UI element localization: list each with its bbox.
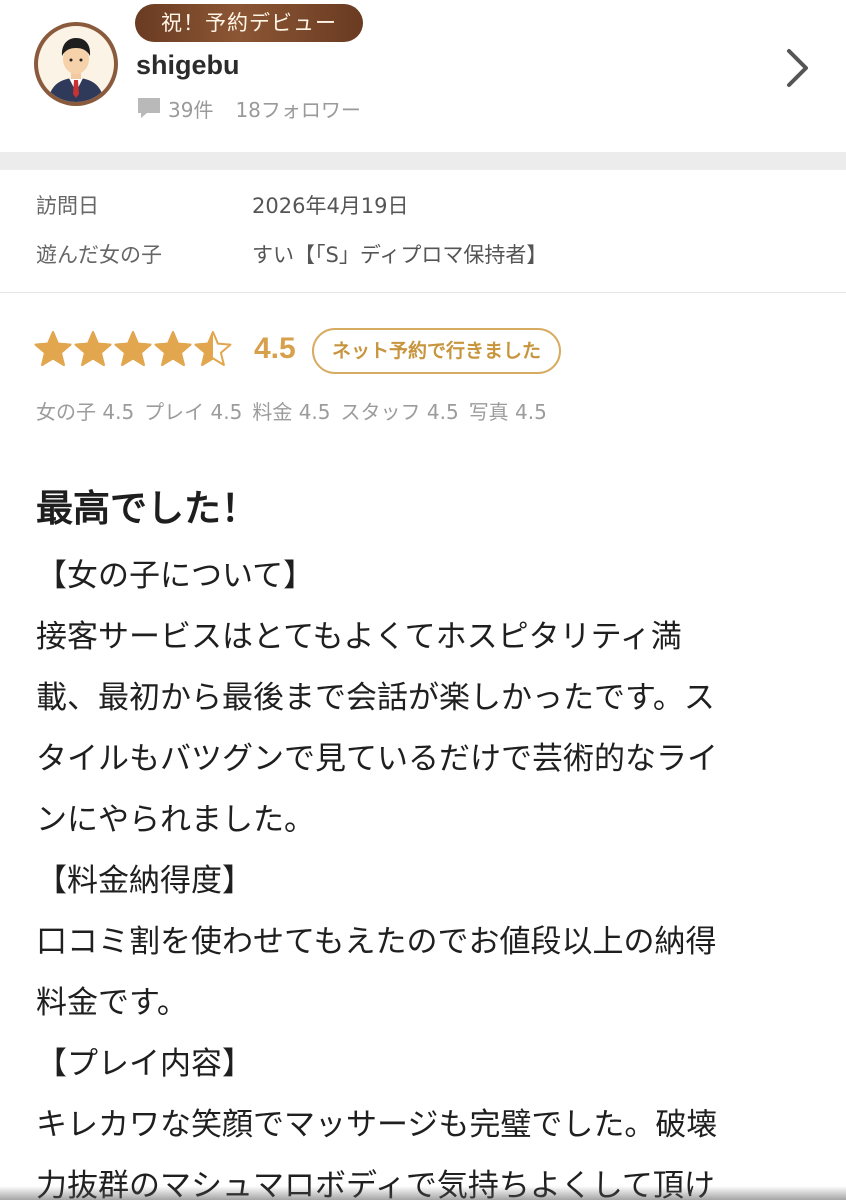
man-in-suit-avatar-icon	[48, 38, 104, 102]
visit-date-label: 訪問日	[36, 194, 99, 218]
overall-score: 4.5	[254, 332, 296, 365]
review-title: 最高でした！	[36, 487, 258, 530]
follower-count: 18フォロワー	[235, 97, 361, 122]
star-icon	[34, 331, 72, 366]
review-count: 39件	[168, 97, 214, 122]
net-reservation-tag: ネット予約で行きました	[312, 328, 562, 374]
girl-label: 遊んだ女の子	[36, 243, 162, 267]
chevron-right-icon[interactable]	[780, 46, 814, 90]
subscore-item: プレイ 4.5	[144, 400, 243, 424]
visit-date-value: 2026年4月19日	[252, 194, 409, 218]
star-icon	[194, 331, 232, 366]
girl-value[interactable]: すい【「S」ディプロマ保持者】	[252, 239, 547, 269]
star-icon	[154, 331, 192, 366]
debut-badge: 祝！予約デビュー	[135, 4, 363, 42]
star-icon	[74, 331, 112, 366]
subscore-item: 写真 4.5	[468, 400, 547, 424]
subscores: 女の子 4.5 プレイ 4.5 料金 4.5 スタッフ 4.5 写真 4.5	[36, 396, 557, 425]
subscore-item: 料金 4.5	[252, 400, 331, 424]
info-divider	[0, 292, 846, 293]
subscore-item: スタッフ 4.5	[340, 400, 459, 424]
girl-row: 遊んだ女の子 すい【「S」ディプロマ保持者】	[36, 237, 547, 271]
star-icon	[114, 331, 152, 366]
scroll-fade	[0, 1186, 846, 1200]
comment-icon	[138, 98, 160, 118]
avatar[interactable]	[34, 22, 118, 106]
reviewer-header[interactable]: 祝！予約デビュー shigebu 39件 18フォロワー	[0, 0, 846, 152]
reviewer-stats: 39件 18フォロワー	[136, 92, 361, 124]
username[interactable]: shigebu	[136, 50, 240, 81]
section-divider	[0, 152, 846, 170]
subscore-item: 女の子 4.5	[36, 400, 135, 424]
visit-date-row: 訪問日 2026年4月19日	[36, 188, 409, 222]
star-rating	[34, 330, 232, 372]
review-body: 【女の子について】 接客サービスはとてもよくてホスピタリティ満 載、最初から最後…	[36, 558, 718, 1200]
